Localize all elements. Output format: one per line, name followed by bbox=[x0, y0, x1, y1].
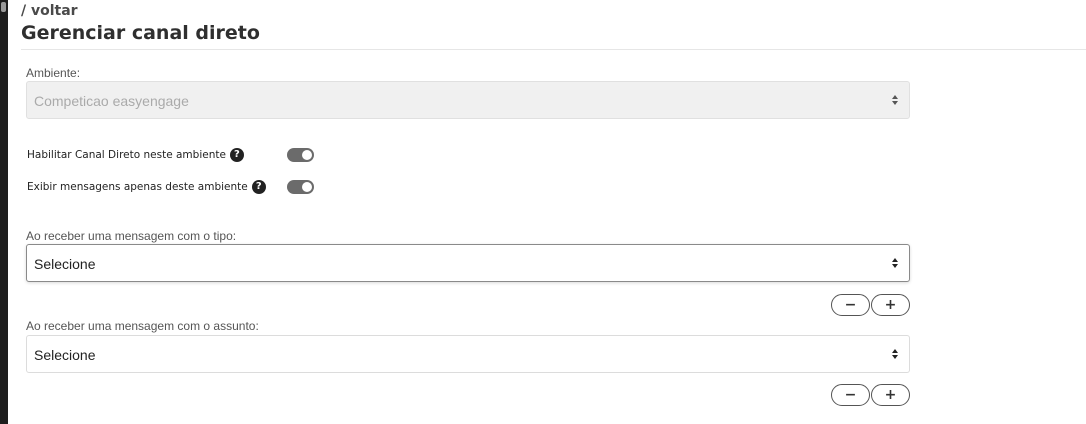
tipo-stepper: − + bbox=[831, 294, 911, 316]
assunto-select[interactable]: Selecione bbox=[26, 335, 910, 373]
tipo-label: Ao receber uma mensagem com o tipo: bbox=[26, 229, 237, 243]
add-tipo-button[interactable]: + bbox=[871, 294, 910, 316]
question-circle-icon[interactable]: ? bbox=[251, 180, 266, 194]
toggle-knob bbox=[302, 150, 312, 160]
left-edge-strip bbox=[0, 0, 8, 424]
ambiente-label: Ambiente: bbox=[26, 66, 81, 80]
habilitar-toggle[interactable] bbox=[287, 148, 314, 162]
assunto-select-value: Selecione bbox=[34, 347, 96, 363]
assunto-stepper: − + bbox=[831, 384, 911, 406]
question-circle-icon[interactable]: ? bbox=[229, 148, 244, 162]
toggle-knob bbox=[302, 182, 312, 192]
sort-arrows-icon bbox=[892, 258, 898, 268]
toggle-row-exibir: Exibir mensagens apenas deste ambiente ? bbox=[27, 178, 266, 196]
exibir-label: Exibir mensagens apenas deste ambiente bbox=[27, 181, 248, 193]
sort-arrows-icon bbox=[892, 349, 898, 359]
header-divider bbox=[21, 49, 1086, 50]
assunto-label: Ao receber uma mensagem com o assunto: bbox=[26, 319, 259, 333]
sort-arrows-icon bbox=[892, 95, 898, 105]
tipo-select[interactable]: Selecione bbox=[26, 244, 910, 282]
tipo-select-value: Selecione bbox=[34, 256, 96, 272]
remove-tipo-button[interactable]: − bbox=[831, 294, 870, 316]
back-link[interactable]: / voltar bbox=[21, 2, 260, 20]
add-assunto-button[interactable]: + bbox=[871, 384, 910, 406]
page-title: Gerenciar canal direto bbox=[21, 22, 260, 44]
exibir-toggle[interactable] bbox=[287, 180, 314, 194]
toggle-row-habilitar: Habilitar Canal Direto neste ambiente ? bbox=[27, 146, 244, 164]
habilitar-label: Habilitar Canal Direto neste ambiente bbox=[27, 149, 226, 161]
page-header: / voltar Gerenciar canal direto bbox=[21, 2, 260, 46]
ambiente-select-value: Competicao easyengage bbox=[34, 93, 189, 109]
edge-nub bbox=[1, 2, 6, 12]
ambiente-select: Competicao easyengage bbox=[26, 81, 910, 119]
remove-assunto-button[interactable]: − bbox=[831, 384, 870, 406]
